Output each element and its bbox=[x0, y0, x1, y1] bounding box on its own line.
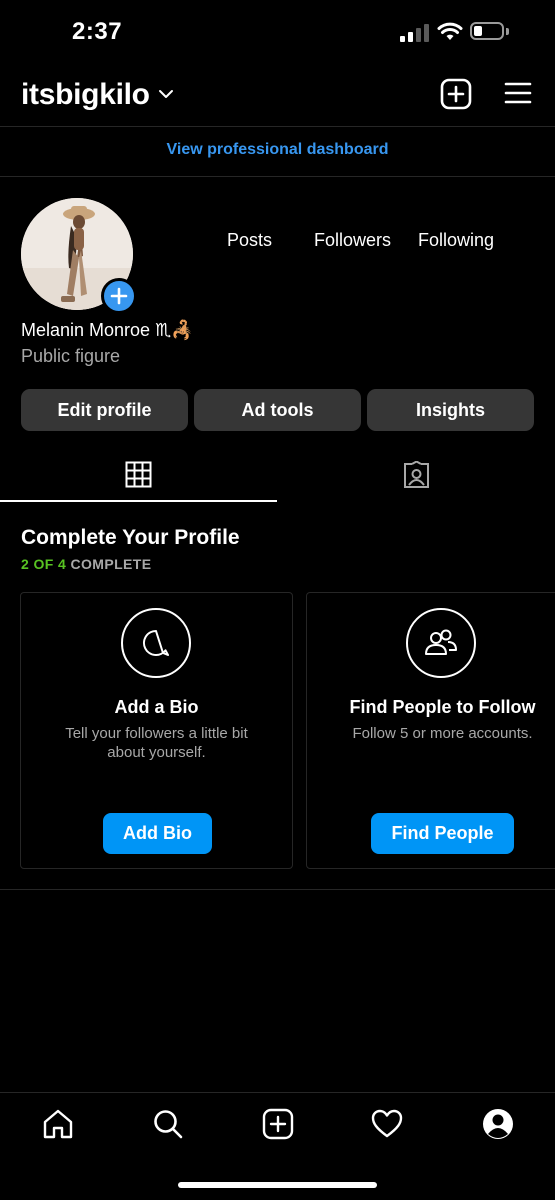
active-tab-indicator bbox=[0, 500, 277, 502]
card-description-line: Tell your followers a little bit bbox=[65, 725, 248, 742]
profile-icon[interactable] bbox=[482, 1108, 514, 1140]
status-bar: 2:37 bbox=[0, 0, 555, 64]
heart-icon[interactable] bbox=[371, 1109, 403, 1139]
header-divider bbox=[0, 126, 555, 127]
profile-name: Melanin Monroe ♏🦂 bbox=[21, 320, 194, 341]
profile-name-emoji: ♏🦂 bbox=[155, 320, 194, 340]
add-bio-card: Add a Bio Tell your followers a little b… bbox=[20, 592, 293, 869]
new-post-icon[interactable] bbox=[440, 78, 472, 110]
wifi-icon bbox=[437, 22, 463, 40]
home-indicator bbox=[178, 1182, 377, 1188]
card-description-line: about yourself. bbox=[107, 744, 206, 761]
ad-tools-button[interactable]: Ad tools bbox=[194, 389, 361, 431]
profile-name-text: Melanin Monroe bbox=[21, 320, 151, 340]
create-icon[interactable] bbox=[262, 1108, 294, 1140]
edit-profile-button[interactable]: Edit profile bbox=[21, 389, 188, 431]
cellular-signal-icon bbox=[400, 24, 430, 42]
progress-suffix: COMPLETE bbox=[70, 556, 152, 572]
add-story-button[interactable] bbox=[101, 278, 137, 314]
find-people-card: Find People to Follow Follow 5 or more a… bbox=[306, 592, 555, 869]
battery-tip bbox=[506, 28, 509, 35]
status-time: 2:37 bbox=[72, 18, 123, 45]
home-icon[interactable] bbox=[42, 1108, 74, 1140]
card-title: Find People to Follow bbox=[349, 697, 536, 717]
card-description: Tell your followers a little bit about y… bbox=[21, 724, 292, 762]
find-people-button[interactable]: Find People bbox=[371, 813, 514, 854]
people-icon bbox=[406, 608, 476, 678]
speech-bubble-icon bbox=[121, 608, 191, 678]
account-username[interactable]: itsbigkilo bbox=[21, 78, 150, 112]
section-divider bbox=[0, 889, 555, 890]
following-stat[interactable]: Following bbox=[418, 230, 494, 251]
progress-count: 2 OF 4 bbox=[21, 556, 67, 572]
menu-icon[interactable] bbox=[504, 81, 532, 105]
tagged-icon[interactable] bbox=[402, 461, 431, 490]
dashboard-divider bbox=[0, 176, 555, 177]
professional-dashboard-link[interactable]: View professional dashboard bbox=[0, 141, 555, 159]
posts-stat[interactable]: Posts bbox=[227, 230, 272, 251]
followers-stat[interactable]: Followers bbox=[314, 230, 391, 251]
chevron-down-icon[interactable] bbox=[158, 88, 174, 100]
insights-button[interactable]: Insights bbox=[367, 389, 534, 431]
card-description: Follow 5 or more accounts. bbox=[352, 725, 533, 742]
card-title: Add a Bio bbox=[114, 697, 199, 717]
add-bio-button[interactable]: Add Bio bbox=[103, 813, 212, 854]
plus-icon bbox=[110, 287, 128, 305]
battery-icon bbox=[470, 22, 504, 40]
complete-profile-title: Complete Your Profile bbox=[21, 526, 240, 549]
complete-profile-progress: 2 OF 4 COMPLETE bbox=[21, 556, 151, 572]
profile-category: Public figure bbox=[21, 346, 121, 366]
grid-icon[interactable] bbox=[125, 461, 152, 488]
search-icon[interactable] bbox=[152, 1108, 184, 1140]
